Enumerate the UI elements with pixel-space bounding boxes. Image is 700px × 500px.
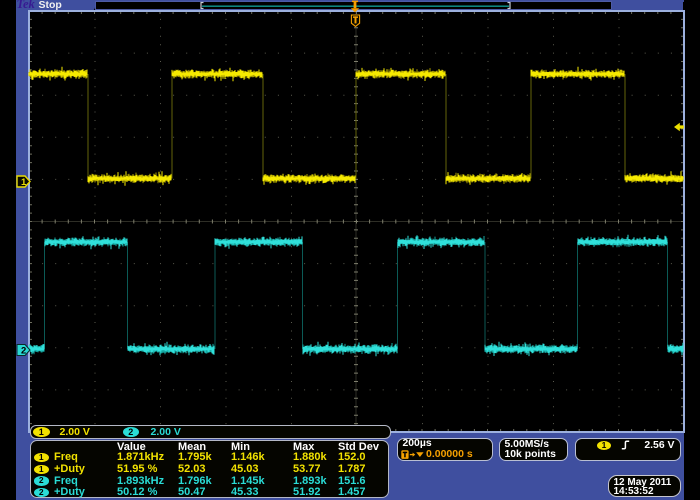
svg-text:1: 1 bbox=[21, 177, 27, 188]
svg-text:2: 2 bbox=[21, 346, 26, 357]
